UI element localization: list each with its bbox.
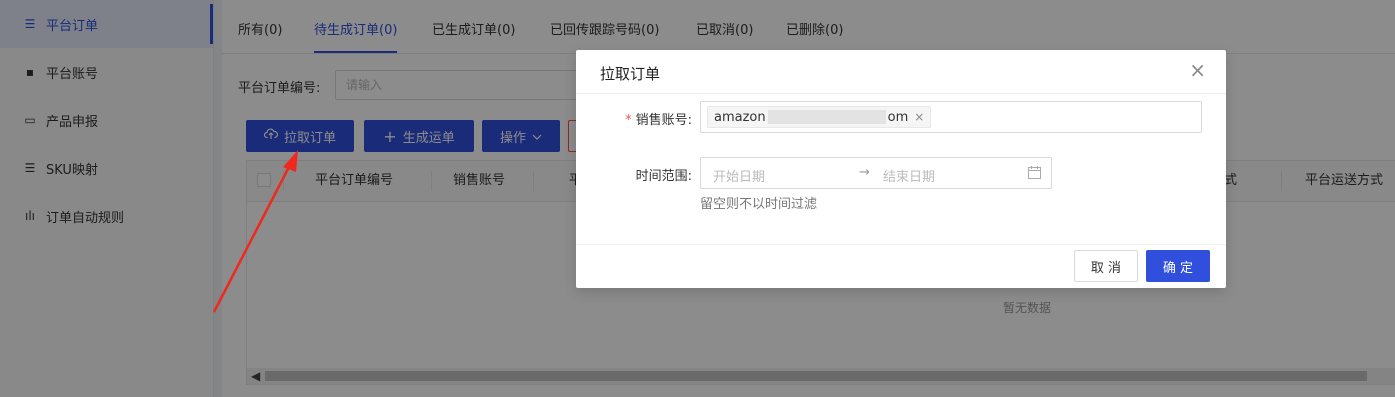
pull-orders-dialog: 拉取订单 × * 销售账号: amazon om × 时间范围: 开始日期 → 结…: [576, 50, 1226, 288]
tag-close-icon[interactable]: ×: [914, 110, 924, 124]
confirm-button[interactable]: 确 定: [1146, 250, 1210, 282]
sales-account-select[interactable]: amazon om ×: [700, 101, 1202, 133]
start-date-placeholder[interactable]: 开始日期: [713, 166, 765, 185]
account-tag: amazon om ×: [707, 106, 932, 128]
dialog-title: 拉取订单: [600, 65, 661, 83]
end-date-placeholder[interactable]: 结束日期: [883, 166, 935, 185]
cancel-button[interactable]: 取 消: [1074, 250, 1138, 282]
time-range-hint: 留空则不以时间过滤: [700, 197, 818, 212]
account-tag-prefix: amazon: [714, 109, 766, 125]
arrow-right-icon: →: [859, 165, 870, 180]
required-marker: *: [625, 113, 632, 128]
sales-account-label: * 销售账号:: [625, 113, 692, 128]
date-range-picker[interactable]: 开始日期 → 结束日期: [700, 157, 1052, 189]
close-icon[interactable]: ×: [1189, 59, 1206, 81]
time-range-label: 时间范围:: [635, 169, 692, 184]
redacted-text: [767, 110, 886, 124]
dialog-header: 拉取订单 ×: [576, 50, 1226, 94]
dialog-footer: 取 消 确 定: [576, 244, 1226, 288]
calendar-icon[interactable]: [1028, 166, 1041, 183]
account-tag-suffix: om: [887, 109, 909, 125]
